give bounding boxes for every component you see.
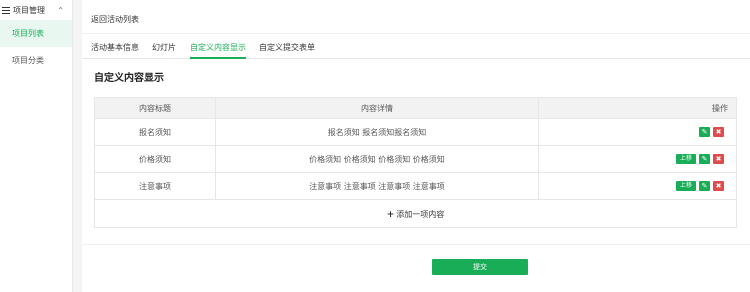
edit-icon: ✎: [701, 182, 708, 190]
tab-bar: 活动基本信息 幻灯片 自定义内容显示 自定义提交表单: [82, 40, 750, 59]
tab-custom-form[interactable]: 自定义提交表单: [259, 40, 315, 59]
table-row: 注意事项 注意事项 注意事项 注意事项 注意事项 上移 ✎ ✖: [95, 173, 736, 200]
row-title: 报名须知: [95, 119, 216, 145]
sidebar-group-project-management[interactable]: 项目管理 ⌃: [0, 0, 72, 20]
move-up-button[interactable]: 上移: [675, 181, 696, 191]
column-header-title: 内容标题: [95, 98, 216, 118]
delete-button[interactable]: ✖: [713, 181, 724, 191]
close-icon: ✖: [715, 182, 722, 190]
sidebar-group-label: 项目管理: [13, 5, 45, 15]
table-row: 报名须知 报名须知 报名须知报名须知 ✎ ✖: [95, 119, 736, 146]
section-title: 自定义内容显示: [94, 73, 164, 84]
delete-button[interactable]: ✖: [713, 127, 724, 137]
row-actions: 上移 ✎ ✖: [539, 173, 736, 199]
tab-basic-info[interactable]: 活动基本信息: [91, 40, 139, 59]
edit-icon: ✎: [701, 155, 708, 163]
submit-button[interactable]: 提交: [432, 259, 528, 275]
add-content-label: 添加一项内容: [396, 210, 445, 219]
edit-button[interactable]: ✎: [699, 127, 710, 137]
row-title: 注意事项: [95, 173, 216, 199]
main-panel: 返回活动列表 活动基本信息 幻灯片 自定义内容显示 自定义提交表单 自定义内容显…: [82, 0, 750, 292]
table-header: 内容标题 内容详情 操作: [95, 98, 736, 119]
close-icon: ✖: [715, 128, 722, 136]
edit-icon: ✎: [701, 128, 708, 136]
row-actions: ✎ ✖: [539, 119, 736, 145]
edit-button[interactable]: ✎: [699, 154, 710, 164]
divider: [82, 33, 750, 34]
back-to-activity-list-link[interactable]: 返回活动列表: [91, 14, 139, 25]
sidebar-item-project-category[interactable]: 项目分类: [0, 47, 72, 74]
row-detail: 注意事项 注意事项 注意事项 注意事项: [216, 173, 539, 199]
tab-slides[interactable]: 幻灯片: [152, 40, 176, 59]
sidebar: 项目管理 ⌃ 项目列表 项目分类: [0, 0, 73, 292]
list-menu-icon: [2, 6, 10, 14]
row-detail: 价格须知 价格须知 价格须知 价格须知: [216, 146, 539, 172]
row-actions: 上移 ✎ ✖: [539, 146, 736, 172]
sidebar-item-label: 项目分类: [12, 56, 44, 65]
column-header-actions: 操作: [712, 103, 728, 113]
edit-button[interactable]: ✎: [699, 181, 710, 191]
table-row: 价格须知 价格须知 价格须知 价格须知 价格须知 上移 ✎ ✖: [95, 146, 736, 173]
plus-icon: +: [386, 209, 395, 220]
close-icon: ✖: [715, 155, 722, 163]
sidebar-item-project-list[interactable]: 项目列表: [0, 20, 72, 47]
sidebar-item-label: 项目列表: [12, 29, 44, 38]
tab-custom-content[interactable]: 自定义内容显示: [190, 40, 246, 59]
divider: [82, 244, 750, 245]
delete-button[interactable]: ✖: [713, 154, 724, 164]
row-detail: 报名须知 报名须知报名须知: [216, 119, 539, 145]
column-header-detail: 内容详情: [216, 98, 539, 118]
move-up-button[interactable]: 上移: [675, 154, 696, 164]
chevron-up-icon[interactable]: ⌃: [57, 6, 64, 15]
content-table: 内容标题 内容详情 操作 报名须知 报名须知 报名须知报名须知 ✎ ✖ 价格须知…: [94, 97, 737, 228]
add-content-button[interactable]: + 添加一项内容: [95, 201, 736, 228]
row-title: 价格须知: [95, 146, 216, 172]
